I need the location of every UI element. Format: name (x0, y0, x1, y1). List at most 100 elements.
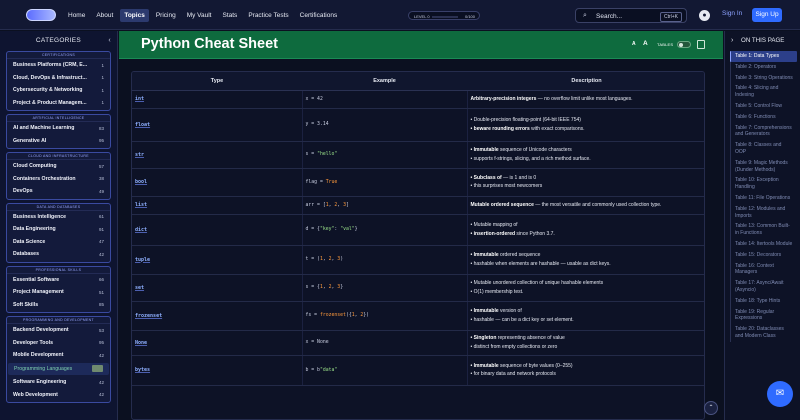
category-label: Backend Development (13, 327, 69, 334)
category-item[interactable]: Project & Product Managem... 1 (7, 97, 110, 110)
category-item[interactable]: Databases 42 (7, 248, 110, 261)
category-item[interactable]: Generative AI 95 (7, 135, 110, 148)
toc-item[interactable]: Table 16: Context Managers (730, 260, 797, 279)
toc-item[interactable]: Table 4: Slicing and Indexing (730, 83, 797, 101)
category-item[interactable]: Project Management 51 (7, 286, 110, 299)
category-item[interactable]: AI and Machine Learning 83 (7, 122, 110, 135)
chevron-right-icon[interactable]: › (731, 31, 733, 51)
category-item[interactable]: Software Engineering 42 (7, 376, 110, 389)
toc-item[interactable]: Table 10: Exception Handling (730, 175, 797, 193)
toc-item[interactable]: Table 20: Dataclasses and Modern Class (730, 324, 797, 342)
toc-item[interactable]: Table 6: Functions (730, 111, 797, 123)
nav-link-stats[interactable]: Stats (219, 9, 242, 22)
type-cell[interactable]: int (132, 90, 303, 109)
toc-item[interactable]: Table 11: File Operations (730, 192, 797, 204)
example-cell: y = 3.14 (302, 108, 468, 142)
type-cell[interactable]: frozenset (132, 301, 303, 331)
font-increase-button[interactable]: A (643, 40, 648, 47)
type-cell[interactable]: dict (132, 214, 303, 246)
github-icon[interactable]: ● (699, 10, 710, 21)
category-item[interactable]: Containers Orchestration 38 (7, 173, 110, 186)
toc-item[interactable]: Table 13: Common Built-in Functions (730, 221, 797, 239)
nav-link-practice-tests[interactable]: Practice Tests (244, 9, 292, 22)
toc-item[interactable]: Table 15: Decorators (730, 249, 797, 261)
category-label: Developer Tools (13, 339, 53, 346)
category-count: 91 (98, 226, 104, 232)
code-token: frozenset (319, 313, 346, 318)
category-item[interactable]: Cloud Computing 57 (7, 160, 110, 173)
description-line: • Immutable ordered sequence (471, 251, 703, 260)
type-cell[interactable]: bytes (132, 355, 303, 386)
description-cell: • Immutable sequence of byte values (0–2… (467, 355, 704, 386)
category-item[interactable]: Cloud, DevOps & Infrastruct... 1 (7, 72, 110, 85)
category-label: Cybersecurity & Networking (13, 87, 83, 94)
toc-item[interactable]: Table 2: Operators (730, 61, 797, 73)
type-cell[interactable]: list (132, 196, 303, 215)
toc-item[interactable]: Table 14: Itertools Module (730, 238, 797, 250)
category-group: PROFESSIONAL SKILLS Essential Software 66 P… (6, 265, 111, 313)
category-item[interactable]: Backend Development 53 (7, 324, 110, 337)
toc-item[interactable]: Table 17: Async/Await (Asyncio) (730, 278, 797, 296)
category-item[interactable]: Mobile Development 42 (7, 349, 110, 362)
category-item[interactable]: Developer Tools 95 (7, 337, 110, 350)
collapse-chevron-icon[interactable]: ‹ (108, 31, 111, 51)
category-item[interactable]: Data Science 47 (7, 236, 110, 249)
category-item[interactable]: Soft Skills 85 (7, 299, 110, 312)
type-cell[interactable]: None (132, 330, 303, 356)
toc-item[interactable]: Table 12: Modules and Imports (730, 203, 797, 222)
on-this-page-title: ON THIS PAGE (741, 37, 785, 44)
nav-link-my-vault[interactable]: My Vault (183, 9, 216, 22)
toc-item[interactable]: Table 3: String Operations (730, 72, 797, 84)
nav-link-certifications[interactable]: Certifications (296, 9, 342, 22)
category-item[interactable]: Programming Languages (8, 362, 109, 375)
site-logo[interactable] (26, 9, 56, 21)
category-item[interactable]: Business Intelligence 61 (7, 211, 110, 224)
category-count: 66 (98, 277, 104, 283)
toc-item[interactable]: Table 7: Comprehensions and Generators (730, 122, 797, 141)
category-count: 42 (98, 352, 104, 358)
column-header: Type (132, 72, 302, 91)
toc-item[interactable]: Table 9: Magic Methods (Dunder Methods) (730, 157, 797, 176)
toc-item[interactable]: Table 19: Regular Expressions (730, 306, 797, 325)
description-line: Arbitrary-precision integers — no overfl… (471, 95, 703, 104)
description-cell: • Singleton representing absence of valu… (467, 330, 704, 356)
chat-icon[interactable]: ✉ (767, 381, 793, 407)
nav-link-pricing[interactable]: Pricing (152, 9, 180, 22)
tables-toggle-switch[interactable] (677, 41, 691, 48)
search-box[interactable]: ⌕ Search... Ctrl+K (575, 8, 687, 23)
type-cell[interactable]: set (132, 274, 303, 302)
toc-item[interactable]: Table 8: Classes and OOP (730, 140, 797, 158)
description-emphasis: • Immutable (470, 252, 499, 258)
category-item[interactable]: Essential Software 66 (7, 274, 110, 287)
code-token: t = ( (305, 257, 320, 262)
category-item[interactable]: Web Development 42 (7, 389, 110, 402)
type-cell[interactable]: bool (132, 168, 303, 197)
table-row: float y = 3.14 • Double-precision floating… (132, 108, 704, 142)
type-cell[interactable]: str (132, 141, 303, 169)
copy-icon[interactable] (697, 40, 705, 49)
category-label: Web Development (13, 391, 58, 398)
toc-item[interactable]: Table 5: Control Flow (730, 100, 797, 112)
type-cell[interactable]: float (132, 108, 303, 142)
nav-link-about[interactable]: About (92, 9, 117, 22)
category-count: 61 (98, 214, 104, 220)
toc-item[interactable]: Table 18: Type Hints (730, 295, 797, 307)
description-emphasis: • Immutable (470, 147, 499, 153)
toc-item[interactable]: Table 1: Data Types (730, 51, 797, 62)
font-decrease-button[interactable]: A (632, 41, 636, 47)
category-item[interactable]: Data Engineering 91 (7, 223, 110, 236)
description-cell: Arbitrary-precision integers — no overfl… (467, 90, 704, 109)
level-indicator: LEVEL 0 0/100 (408, 11, 480, 20)
arrow-up-icon[interactable]: ⌃ (704, 401, 718, 415)
nav-link-home[interactable]: Home (64, 9, 89, 22)
category-item[interactable]: Business Platforms (CRM, E... 1 (7, 59, 110, 72)
category-item[interactable]: DevOps 49 (7, 185, 110, 198)
description-text: — no overflow limit unlike most language… (536, 95, 633, 102)
sign-in-link[interactable]: Sign In (722, 10, 742, 17)
type-cell[interactable]: tuple (132, 245, 303, 275)
search-icon: ⌕ (583, 12, 587, 19)
nav-link-topics[interactable]: Topics (120, 8, 149, 22)
on-this-page-header: › ON THIS PAGE (725, 31, 800, 51)
sign-up-button[interactable]: Sign Up (752, 8, 782, 22)
category-item[interactable]: Cybersecurity & Networking 1 (7, 84, 110, 97)
